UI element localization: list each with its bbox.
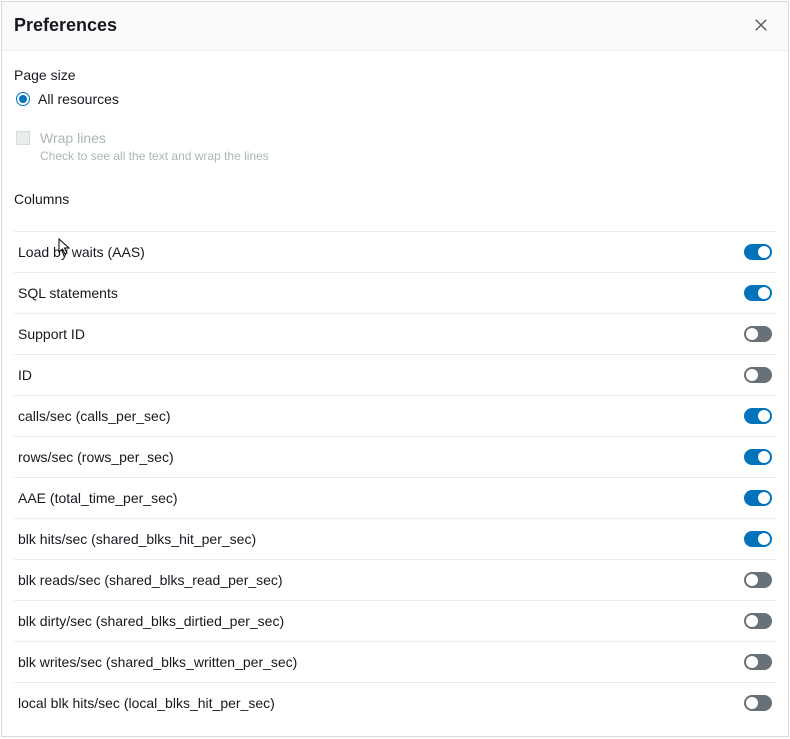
wrap-lines-text: Wrap lines Check to see all the text and… [40, 129, 269, 163]
column-toggle[interactable] [744, 695, 772, 711]
toggle-knob [758, 246, 770, 258]
toggle-knob [746, 615, 758, 627]
column-label: AAE (total_time_per_sec) [18, 490, 178, 506]
column-row: AAE (total_time_per_sec) [14, 477, 776, 518]
modal-body: Page size All resources Wrap lines Check… [2, 51, 788, 736]
column-toggle[interactable] [744, 572, 772, 588]
column-toggle[interactable] [744, 285, 772, 301]
column-label: blk reads/sec (shared_blks_read_per_sec) [18, 572, 283, 588]
wrap-lines-option[interactable]: Wrap lines Check to see all the text and… [14, 129, 776, 163]
columns-label: Columns [14, 191, 776, 207]
modal-header: Preferences [2, 2, 788, 51]
column-label: calls/sec (calls_per_sec) [18, 408, 171, 424]
wrap-lines-label: Wrap lines [40, 129, 269, 147]
toggle-knob [758, 410, 770, 422]
wrap-lines-description: Check to see all the text and wrap the l… [40, 149, 269, 163]
column-label: Load by waits (AAS) [18, 244, 145, 260]
column-row: blk hits/sec (shared_blks_hit_per_sec) [14, 518, 776, 559]
toggle-knob [758, 533, 770, 545]
column-toggle[interactable] [744, 613, 772, 629]
page-size-option-all[interactable]: All resources [14, 91, 776, 107]
radio-icon [16, 92, 30, 106]
page-size-section: Page size All resources [14, 67, 776, 107]
column-label: blk dirty/sec (shared_blks_dirtied_per_s… [18, 613, 284, 629]
column-label: rows/sec (rows_per_sec) [18, 449, 174, 465]
radio-label: All resources [38, 91, 119, 107]
column-row: blk reads/sec (shared_blks_read_per_sec) [14, 559, 776, 600]
column-row: blk dirty/sec (shared_blks_dirtied_per_s… [14, 600, 776, 641]
column-label: blk hits/sec (shared_blks_hit_per_sec) [18, 531, 256, 547]
column-toggle[interactable] [744, 408, 772, 424]
column-list: Load by waits (AAS) SQL statements Support… [14, 231, 776, 723]
toggle-knob [746, 574, 758, 586]
toggle-knob [746, 369, 758, 381]
column-toggle[interactable] [744, 449, 772, 465]
page-size-label: Page size [14, 67, 776, 83]
column-label: blk writes/sec (shared_blks_written_per_… [18, 654, 297, 670]
column-toggle[interactable] [744, 326, 772, 342]
toggle-knob [746, 328, 758, 340]
column-row: local blk hits/sec (local_blks_hit_per_s… [14, 682, 776, 723]
column-row: blk writes/sec (shared_blks_written_per_… [14, 641, 776, 682]
column-toggle[interactable] [744, 531, 772, 547]
toggle-knob [746, 697, 758, 709]
close-icon [754, 18, 768, 32]
columns-section: Columns Load by waits (AAS) SQL statement… [14, 191, 776, 723]
column-row: calls/sec (calls_per_sec) [14, 395, 776, 436]
column-row: Load by waits (AAS) [14, 231, 776, 272]
column-label: Support ID [18, 326, 85, 342]
column-toggle[interactable] [744, 654, 772, 670]
toggle-knob [758, 451, 770, 463]
toggle-knob [746, 656, 758, 668]
preferences-modal: Preferences Page size All resources Wrap… [1, 1, 789, 737]
toggle-knob [758, 287, 770, 299]
column-label: local blk hits/sec (local_blks_hit_per_s… [18, 695, 275, 711]
column-label: SQL statements [18, 285, 118, 301]
checkbox-icon [16, 131, 30, 145]
column-toggle[interactable] [744, 367, 772, 383]
modal-title: Preferences [14, 15, 117, 36]
column-label: ID [18, 367, 32, 383]
column-toggle[interactable] [744, 490, 772, 506]
toggle-knob [758, 492, 770, 504]
column-row: Support ID [14, 313, 776, 354]
column-row: rows/sec (rows_per_sec) [14, 436, 776, 477]
column-row: SQL statements [14, 272, 776, 313]
column-row: ID [14, 354, 776, 395]
close-button[interactable] [750, 14, 772, 36]
column-toggle[interactable] [744, 244, 772, 260]
